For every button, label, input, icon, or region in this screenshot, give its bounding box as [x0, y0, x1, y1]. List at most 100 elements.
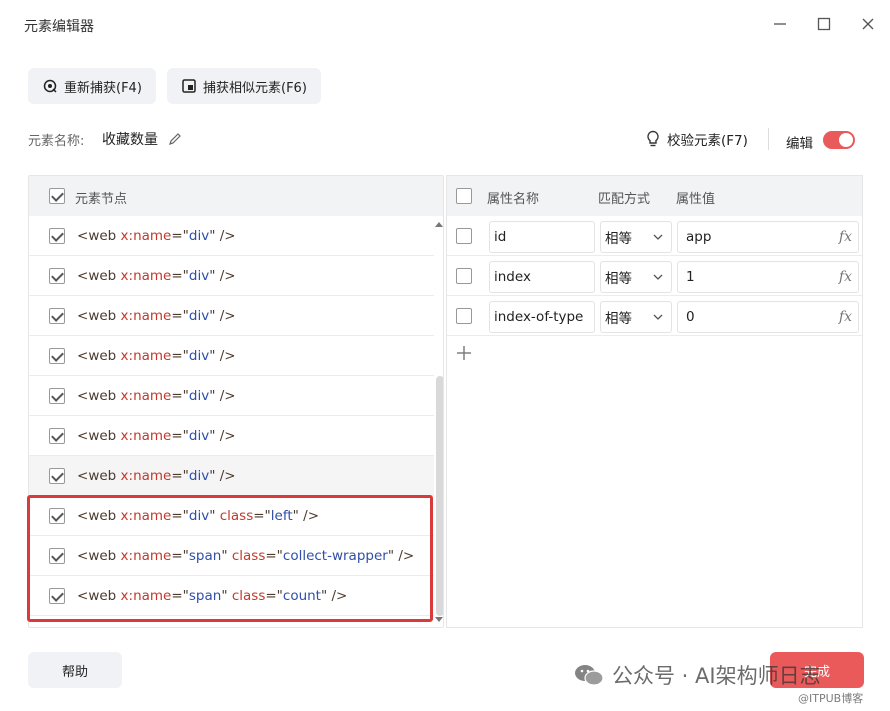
node-checkbox[interactable]	[49, 428, 65, 444]
scrollbar-thumb[interactable]	[436, 376, 443, 616]
node-class-value: left	[270, 508, 293, 524]
node-attr-key: x:name	[120, 228, 172, 244]
fx-icon[interactable]: fx	[839, 309, 852, 325]
node-row[interactable]: <web x:name="div" />	[29, 416, 434, 456]
node-code: <web x:name="div" class="left" />	[77, 508, 320, 524]
node-checkbox[interactable]	[49, 388, 65, 404]
fx-icon[interactable]: fx	[839, 229, 852, 245]
node-tag: web	[88, 508, 117, 524]
node-row[interactable]: <web x:name="div" />	[29, 216, 434, 256]
node-row[interactable]: <web x:name="div" />	[29, 376, 434, 416]
maximize-button[interactable]	[814, 14, 834, 34]
attribute-checkbox[interactable]	[456, 268, 472, 284]
attribute-value-field[interactable]: 1 fx	[677, 261, 859, 293]
minimize-icon	[774, 23, 786, 25]
attribute-row: id 相等 app fx	[447, 216, 862, 256]
validate-element-button[interactable]: 校验元素(F7)	[645, 129, 748, 149]
watermark-sub: @ITPUB博客	[798, 692, 864, 705]
help-label: 帮助	[61, 664, 88, 680]
node-row[interactable]: <web x:name="span" class="collect-wrappe…	[29, 536, 434, 576]
element-nodes-header: 元素节点	[29, 176, 443, 216]
edit-name-icon[interactable]	[168, 132, 182, 146]
node-checkbox[interactable]	[49, 308, 65, 324]
node-tag: web	[88, 428, 117, 444]
node-row[interactable]: <web x:name="div" />	[29, 336, 434, 376]
lightbulb-icon	[647, 130, 659, 147]
edit-toggle[interactable]	[823, 131, 855, 149]
match-mode-header: 匹配方式	[598, 192, 651, 207]
node-attr-key: x:name	[120, 588, 172, 604]
node-checkbox[interactable]	[49, 508, 65, 524]
divider	[768, 128, 769, 150]
close-button[interactable]	[858, 14, 878, 34]
match-mode-select[interactable]: 相等	[600, 261, 672, 293]
node-row[interactable]: <web x:name="div" />	[29, 256, 434, 296]
node-checkbox[interactable]	[49, 268, 65, 284]
scroll-up-icon[interactable]	[435, 221, 443, 227]
node-code: <web x:name="div" />	[77, 428, 236, 444]
wechat-icon	[575, 665, 604, 686]
node-code: <web x:name="span" class="count" />	[77, 588, 348, 604]
select-all-nodes-checkbox[interactable]	[49, 188, 65, 204]
node-attr-key: x:name	[120, 468, 172, 484]
element-nodes-header-label: 元素节点	[75, 192, 128, 207]
node-tag: web	[88, 468, 117, 484]
fx-icon[interactable]: fx	[839, 269, 852, 285]
edit-label: 编辑	[786, 136, 813, 152]
node-attr-key: x:name	[120, 508, 172, 524]
attribute-value-field[interactable]: 0 fx	[677, 301, 859, 333]
attribute-name-field[interactable]: index	[489, 261, 595, 293]
node-row[interactable]: <web x:name="div" />	[29, 296, 434, 336]
node-tag: web	[88, 548, 117, 564]
node-attr-key: x:name	[120, 348, 172, 364]
node-tag: web	[88, 588, 117, 604]
node-attr-key: x:name	[120, 268, 172, 284]
node-checkbox[interactable]	[49, 548, 65, 564]
add-attribute-button[interactable]	[455, 344, 473, 366]
attribute-value-header: 属性值	[676, 192, 716, 207]
attribute-value-text: 0	[686, 309, 695, 325]
node-attr-key: x:name	[120, 428, 172, 444]
attributes-header: 属性名称 匹配方式 属性值	[447, 176, 862, 216]
help-button[interactable]: 帮助	[28, 652, 122, 688]
node-attr-key: x:name	[120, 308, 172, 324]
minimize-button[interactable]	[770, 14, 790, 34]
node-tag: web	[88, 348, 117, 364]
node-class-key: class	[231, 548, 266, 564]
validate-element-label: 校验元素(F7)	[667, 133, 748, 149]
attribute-name-field[interactable]: index-of-type	[489, 301, 595, 333]
node-attr-key: x:name	[120, 548, 172, 564]
node-attr-value: div	[188, 508, 210, 524]
node-checkbox[interactable]	[49, 228, 65, 244]
attributes-panel: 属性名称 匹配方式 属性值 id 相等 app fx index 相等 1 fx index-o…	[446, 175, 863, 628]
recapture-button[interactable]: 重新捕获(F4)	[28, 68, 156, 104]
attribute-checkbox[interactable]	[456, 308, 472, 324]
node-checkbox[interactable]	[49, 588, 65, 604]
node-row[interactable]: <web x:name="span" class="count" />	[29, 576, 434, 616]
node-row[interactable]: <web x:name="div" class="left" />	[29, 496, 434, 536]
attribute-value-field[interactable]: app fx	[677, 221, 859, 253]
chevron-down-icon	[653, 234, 663, 240]
node-attr-value: div	[188, 468, 210, 484]
node-class-value: collect-wrapper	[282, 548, 388, 564]
node-code: <web x:name="div" />	[77, 228, 236, 244]
node-list-scrollbar[interactable]	[434, 216, 443, 627]
node-checkbox[interactable]	[49, 348, 65, 364]
recapture-icon	[43, 79, 57, 93]
attribute-name-header: 属性名称	[487, 192, 540, 207]
match-mode-select[interactable]: 相等	[600, 221, 672, 253]
toggle-knob	[839, 133, 853, 147]
attribute-checkbox[interactable]	[456, 228, 472, 244]
attribute-name-field[interactable]: id	[489, 221, 595, 253]
node-code: <web x:name="div" />	[77, 388, 236, 404]
node-checkbox[interactable]	[49, 468, 65, 484]
node-row[interactable]: <web x:name="div" />	[29, 456, 434, 496]
node-attr-value: div	[188, 268, 210, 284]
select-all-attributes-checkbox[interactable]	[456, 188, 472, 204]
match-mode-select[interactable]: 相等	[600, 301, 672, 333]
node-class-value: count	[282, 588, 321, 604]
node-code: <web x:name="div" />	[77, 268, 236, 284]
title-bar: 元素编辑器	[0, 0, 890, 50]
scroll-down-icon[interactable]	[435, 617, 443, 623]
capture-similar-button[interactable]: 捕获相似元素(F6)	[167, 68, 321, 104]
